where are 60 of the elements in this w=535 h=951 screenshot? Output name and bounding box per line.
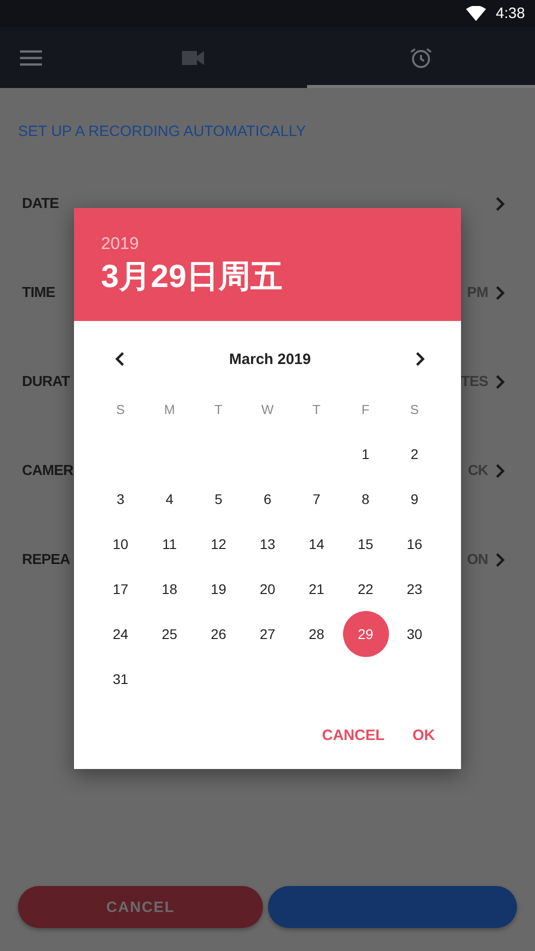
calendar-day[interactable]: 28: [294, 610, 340, 656]
calendar-day[interactable]: 5: [196, 476, 242, 522]
calendar-day[interactable]: 9: [392, 476, 438, 522]
calendar-day[interactable]: 6: [244, 476, 290, 522]
calendar-day[interactable]: 4: [146, 476, 192, 522]
calendar-day[interactable]: 15: [342, 520, 388, 566]
weekday-label: T: [214, 402, 222, 417]
calendar-day[interactable]: 31: [98, 656, 144, 702]
calendar-day[interactable]: 26: [196, 610, 242, 656]
calendar-day[interactable]: 17: [98, 566, 144, 612]
calendar-day[interactable]: 11: [146, 520, 192, 566]
setting-label: REPEA: [22, 552, 70, 568]
calendar-day[interactable]: 25: [146, 610, 192, 656]
menu-icon[interactable]: [20, 50, 42, 66]
calendar-day[interactable]: 22: [342, 566, 388, 612]
weekday-label: M: [164, 402, 175, 417]
ok-button[interactable]: OK: [402, 717, 445, 753]
setting-label: DURAT: [22, 374, 70, 390]
previous-month-icon[interactable]: [115, 351, 125, 367]
cancel-button[interactable]: CANCEL: [312, 717, 394, 753]
calendar-day[interactable]: 21: [294, 566, 340, 612]
video-camera-icon: [182, 50, 204, 66]
row-chevron-icon: [495, 284, 505, 300]
setting-label: TIME: [22, 284, 56, 300]
calendar-day[interactable]: 10: [98, 520, 144, 566]
wifi-icon: [466, 6, 486, 21]
weekday-label: W: [261, 402, 274, 417]
weekday-label: F: [362, 402, 370, 417]
calendar-day[interactable]: 30: [392, 610, 438, 656]
calendar-day[interactable]: 7: [294, 476, 340, 522]
alarm-clock-icon: [409, 46, 433, 70]
month-label: March 2019: [229, 350, 311, 368]
calendar-day[interactable]: 24: [98, 610, 144, 656]
calendar-day[interactable]: 13: [244, 520, 290, 566]
row-chevron-icon: [495, 552, 505, 568]
row-chevron-icon: [495, 196, 505, 212]
calendar-day[interactable]: 16: [392, 520, 438, 566]
calendar-day[interactable]: 27: [244, 610, 290, 656]
calendar-day[interactable]: 3: [98, 476, 144, 522]
setting-label: CAMER: [22, 462, 74, 478]
clock-time: 4:38: [496, 5, 525, 22]
calendar-day[interactable]: 12: [196, 520, 242, 566]
selected-date: 3月29日周五: [101, 256, 282, 296]
calendar-day[interactable]: 2: [392, 430, 438, 476]
calendar-day[interactable]: 20: [244, 566, 290, 612]
section-title: SET UP A RECORDING AUTOMATICALLY: [18, 123, 306, 141]
setting-label: DATE: [22, 196, 59, 212]
calendar-day[interactable]: 8: [342, 476, 388, 522]
calendar-day[interactable]: 23: [392, 566, 438, 612]
row-chevron-icon: [495, 462, 505, 478]
calendar-day[interactable]: 18: [146, 566, 192, 612]
calendar-day[interactable]: 29: [342, 610, 388, 656]
weekday-label: T: [312, 402, 320, 417]
next-month-icon[interactable]: [415, 351, 425, 367]
weekday-label: S: [410, 402, 419, 417]
calendar-day[interactable]: 19: [196, 566, 242, 612]
calendar-day[interactable]: 1: [342, 430, 388, 476]
calendar-day[interactable]: 14: [294, 520, 340, 566]
row-chevron-icon: [495, 374, 505, 390]
weekday-label: S: [116, 402, 125, 417]
